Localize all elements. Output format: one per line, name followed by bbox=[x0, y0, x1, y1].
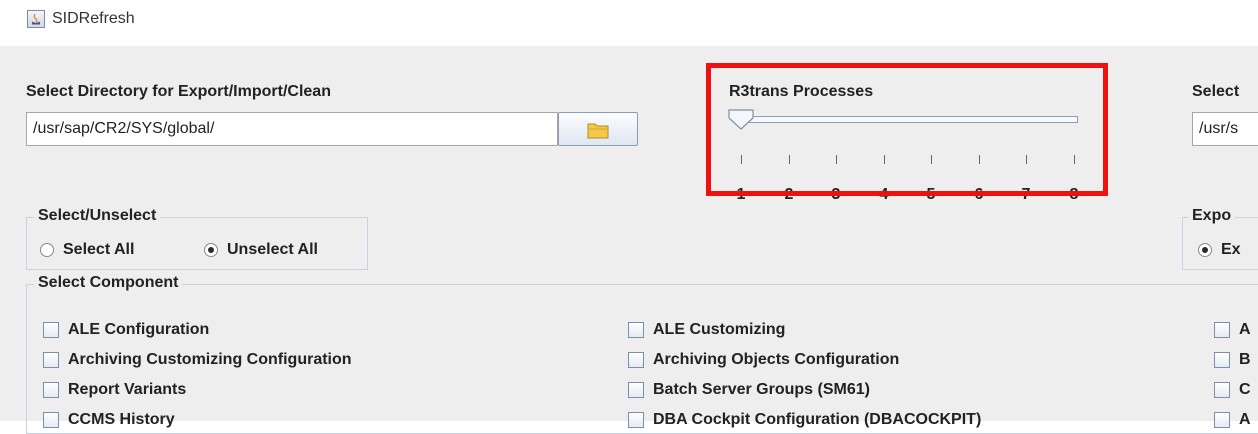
checkbox[interactable] bbox=[43, 322, 59, 338]
checkbox-label: Archiving Objects Configuration bbox=[653, 351, 900, 368]
component-checkbox[interactable]: CCMS History bbox=[43, 411, 175, 429]
radio-unselect-all[interactable]: Unselect All bbox=[204, 241, 318, 259]
checkbox[interactable] bbox=[628, 352, 644, 368]
window-title: SIDRefresh bbox=[52, 10, 135, 27]
java-app-icon bbox=[27, 10, 45, 28]
component-checkbox[interactable]: A bbox=[1214, 321, 1251, 339]
radio-label: Unselect All bbox=[227, 241, 318, 258]
checkbox-label: Archiving Customizing Configuration bbox=[68, 351, 352, 368]
checkbox[interactable] bbox=[628, 322, 644, 338]
component-checkbox[interactable]: Archiving Customizing Configuration bbox=[43, 351, 352, 369]
checkbox-label: A bbox=[1239, 321, 1251, 338]
select-unselect-title: Select/Unselect bbox=[34, 207, 161, 225]
checkbox-label: CCMS History bbox=[68, 411, 175, 428]
component-checkbox[interactable]: Batch Server Groups (SM61) bbox=[628, 381, 870, 399]
component-checkbox[interactable]: B bbox=[1214, 351, 1251, 369]
checkbox-label: A bbox=[1239, 411, 1251, 428]
export-import-title: Expo bbox=[1188, 207, 1236, 225]
checkbox-label: C bbox=[1239, 381, 1251, 398]
radio-label: Select All bbox=[63, 241, 135, 258]
component-checkbox[interactable]: Archiving Objects Configuration bbox=[628, 351, 899, 369]
checkbox[interactable] bbox=[43, 382, 59, 398]
import-dir-field[interactable]: /usr/s bbox=[1192, 112, 1258, 146]
radio-select-all[interactable]: Select All bbox=[40, 241, 134, 259]
checkbox-label: ALE Configuration bbox=[68, 321, 210, 338]
radio-export[interactable]: Ex bbox=[1198, 241, 1241, 259]
checkbox[interactable] bbox=[1214, 382, 1230, 398]
component-checkbox[interactable]: Report Variants bbox=[43, 381, 186, 399]
component-checkbox[interactable]: ALE Configuration bbox=[43, 321, 209, 339]
checkbox[interactable] bbox=[1214, 352, 1230, 368]
radio-label: Ex bbox=[1221, 241, 1241, 258]
radio-button[interactable] bbox=[204, 243, 218, 257]
checkbox[interactable] bbox=[43, 352, 59, 368]
checkbox-label: ALE Customizing bbox=[653, 321, 786, 338]
component-checkbox[interactable]: DBA Cockpit Configuration (DBACOCKPIT) bbox=[628, 411, 981, 429]
export-dir-field[interactable]: /usr/sap/CR2/SYS/global/ bbox=[26, 112, 558, 146]
export-dir-label: Select Directory for Export/Import/Clean bbox=[26, 83, 331, 100]
checkbox-label: Batch Server Groups (SM61) bbox=[653, 381, 870, 398]
checkbox[interactable] bbox=[628, 412, 644, 428]
checkbox-label: DBA Cockpit Configuration (DBACOCKPIT) bbox=[653, 411, 982, 428]
component-group-title: Select Component bbox=[34, 274, 183, 292]
radio-button[interactable] bbox=[1198, 243, 1212, 257]
component-checkbox[interactable]: C bbox=[1214, 381, 1251, 399]
checkbox-label: Report Variants bbox=[68, 381, 187, 398]
folder-icon bbox=[587, 121, 609, 144]
checkbox-label: B bbox=[1239, 351, 1251, 368]
highlight-box bbox=[706, 63, 1108, 196]
radio-button[interactable] bbox=[40, 243, 54, 257]
browse-folder-button[interactable] bbox=[558, 112, 638, 146]
checkbox[interactable] bbox=[1214, 412, 1230, 428]
component-checkbox[interactable]: ALE Customizing bbox=[628, 321, 785, 339]
checkbox[interactable] bbox=[1214, 322, 1230, 338]
component-checkbox[interactable]: A bbox=[1214, 411, 1251, 429]
title-bar: SIDRefresh bbox=[0, 0, 1258, 46]
import-dir-label: Select bbox=[1192, 83, 1240, 100]
checkbox[interactable] bbox=[628, 382, 644, 398]
checkbox[interactable] bbox=[43, 412, 59, 428]
